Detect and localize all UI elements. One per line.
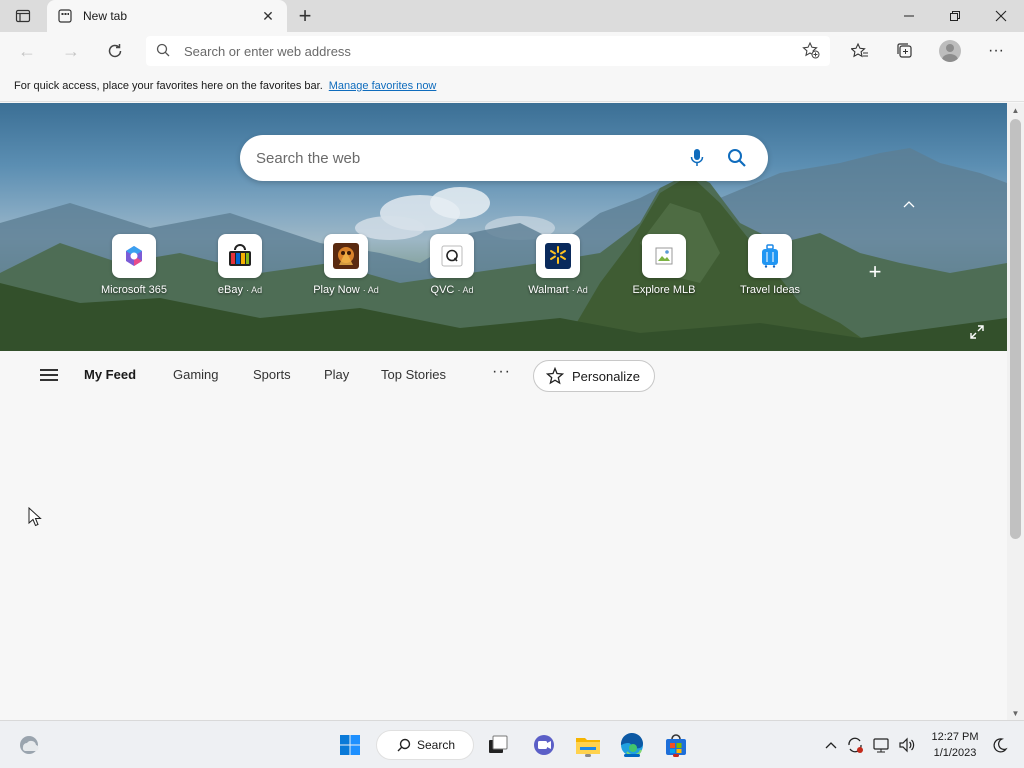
tab-my-feed[interactable]: My Feed bbox=[84, 367, 136, 382]
play-now-icon bbox=[324, 234, 368, 278]
running-indicator bbox=[585, 754, 591, 757]
file-explorer-icon[interactable] bbox=[573, 729, 603, 761]
scrollbar-thumb[interactable] bbox=[1010, 119, 1021, 539]
ad-badge: · Ad bbox=[457, 285, 474, 295]
feed-content-area bbox=[0, 401, 1007, 720]
personalize-button[interactable]: Personalize bbox=[533, 360, 655, 392]
tab-title: New tab bbox=[83, 9, 128, 23]
avatar-icon bbox=[939, 40, 961, 62]
minimize-button[interactable] bbox=[886, 0, 932, 32]
quick-link-play-now[interactable]: Play Now · Ad bbox=[296, 234, 396, 296]
new-tab-icon bbox=[57, 8, 73, 24]
taskbar-search[interactable]: Search bbox=[376, 730, 474, 760]
personalize-label: Personalize bbox=[572, 368, 640, 384]
tab-new-tab[interactable]: New tab ✕ bbox=[47, 0, 287, 32]
microsoft-store-icon[interactable] bbox=[661, 729, 691, 761]
add-quick-link-button[interactable]: + bbox=[862, 259, 888, 285]
ad-badge: · Ad bbox=[362, 285, 379, 295]
tile-label: Travel Ideas bbox=[739, 284, 801, 296]
new-tab-button[interactable]: + bbox=[292, 3, 318, 28]
broken-image-icon bbox=[642, 234, 686, 278]
quick-link-travel-ideas[interactable]: Travel Ideas bbox=[720, 234, 820, 296]
forward-button[interactable]: → bbox=[56, 37, 86, 65]
tab-actions-icon[interactable] bbox=[8, 4, 38, 28]
close-window-button[interactable] bbox=[978, 0, 1024, 32]
add-favorite-icon[interactable] bbox=[802, 41, 820, 62]
scroll-up-arrow-icon[interactable]: ▲ bbox=[1007, 103, 1024, 117]
profile-avatar[interactable] bbox=[935, 37, 965, 65]
tile-label: eBay bbox=[217, 284, 243, 296]
quick-link-walmart[interactable]: Walmart · Ad bbox=[508, 234, 608, 296]
walmart-icon bbox=[536, 234, 580, 278]
teams-chat-icon[interactable] bbox=[529, 729, 559, 761]
address-bar[interactable]: Search or enter web address bbox=[146, 36, 830, 66]
hero-background: Search the web Microsoft 365 eBay · Ad P… bbox=[0, 103, 1007, 351]
quick-link-ebay[interactable]: eBay · Ad bbox=[190, 234, 290, 296]
back-button[interactable]: ← bbox=[12, 37, 42, 65]
tile-label: Microsoft 365 bbox=[100, 284, 168, 296]
close-tab-icon[interactable]: ✕ bbox=[259, 7, 277, 25]
collapse-chevron-icon[interactable] bbox=[898, 193, 920, 215]
tab-top-stories[interactable]: Top Stories bbox=[381, 367, 446, 382]
manage-favorites-link[interactable]: Manage favorites now bbox=[329, 80, 437, 92]
collections-icon[interactable] bbox=[890, 37, 920, 65]
web-search-box[interactable]: Search the web bbox=[240, 135, 768, 181]
settings-more-icon[interactable]: ··· bbox=[981, 37, 1011, 65]
feed-navigation: My Feed Gaming Sports Play Top Stories ·… bbox=[0, 351, 1007, 401]
tab-gaming[interactable]: Gaming bbox=[173, 367, 219, 382]
restore-button[interactable] bbox=[932, 0, 978, 32]
favorites-bar-message: For quick access, place your favorites h… bbox=[14, 79, 323, 92]
system-clock[interactable]: 12:27 PM 1/1/2023 bbox=[920, 729, 990, 761]
expand-icon[interactable] bbox=[966, 321, 988, 343]
active-indicator bbox=[624, 754, 640, 757]
microsoft-365-icon bbox=[112, 234, 156, 278]
microphone-icon[interactable] bbox=[682, 143, 712, 173]
weather-widget-icon[interactable] bbox=[14, 729, 44, 761]
start-button[interactable] bbox=[334, 729, 366, 761]
tab-play[interactable]: Play bbox=[324, 367, 349, 382]
clock-date: 1/1/2023 bbox=[933, 747, 977, 759]
more-tabs-button[interactable]: ··· bbox=[492, 363, 511, 381]
page-scrollbar[interactable]: ▲ ▼ bbox=[1007, 103, 1024, 720]
travel-suitcase-icon bbox=[748, 234, 792, 278]
task-view-icon[interactable] bbox=[484, 729, 512, 761]
windows-logo-icon bbox=[340, 735, 360, 755]
tab-sports[interactable]: Sports bbox=[253, 367, 291, 382]
search-icon[interactable] bbox=[722, 143, 752, 173]
clock-time: 12:27 PM bbox=[931, 731, 979, 743]
refresh-button[interactable] bbox=[100, 37, 130, 65]
tile-label: Play Now bbox=[313, 284, 360, 296]
personalize-star-icon bbox=[546, 367, 564, 385]
show-hidden-icons-chevron-icon[interactable] bbox=[822, 733, 840, 757]
hamburger-menu-icon[interactable] bbox=[40, 369, 58, 383]
search-icon bbox=[397, 738, 411, 752]
quick-link-qvc[interactable]: QVC · Ad bbox=[402, 234, 502, 296]
ebay-icon bbox=[218, 234, 262, 278]
quick-link-explore-mlb[interactable]: Explore MLB bbox=[614, 234, 714, 296]
sync-status-icon[interactable] bbox=[845, 733, 865, 757]
qvc-icon bbox=[430, 234, 474, 278]
network-icon[interactable] bbox=[872, 733, 892, 757]
focus-moon-icon[interactable] bbox=[990, 733, 1010, 757]
ad-badge: · Ad bbox=[571, 285, 588, 295]
search-icon bbox=[156, 43, 170, 60]
mouse-cursor-icon bbox=[28, 506, 42, 530]
address-placeholder: Search or enter web address bbox=[184, 43, 351, 59]
taskbar: Search 12:27 PM 1/1/2023 bbox=[0, 720, 1024, 768]
edge-browser-icon[interactable] bbox=[616, 729, 648, 761]
quick-link-microsoft-365[interactable]: Microsoft 365 bbox=[84, 234, 184, 296]
title-bar: New tab ✕ + bbox=[0, 0, 1024, 32]
scroll-down-arrow-icon[interactable]: ▼ bbox=[1007, 706, 1024, 720]
web-search-placeholder: Search the web bbox=[256, 149, 361, 167]
tile-label: QVC bbox=[430, 284, 455, 296]
favorites-icon[interactable] bbox=[845, 37, 875, 65]
tile-label: Walmart bbox=[528, 284, 569, 296]
ad-badge: · Ad bbox=[246, 285, 263, 295]
taskbar-search-label: Search bbox=[417, 738, 456, 752]
favorites-bar: For quick access, place your favorites h… bbox=[0, 70, 1024, 102]
running-indicator bbox=[673, 754, 679, 757]
navigation-bar: ← → Search or enter web address ··· bbox=[0, 32, 1024, 70]
tile-label: Explore MLB bbox=[632, 284, 696, 296]
volume-icon[interactable] bbox=[897, 733, 917, 757]
